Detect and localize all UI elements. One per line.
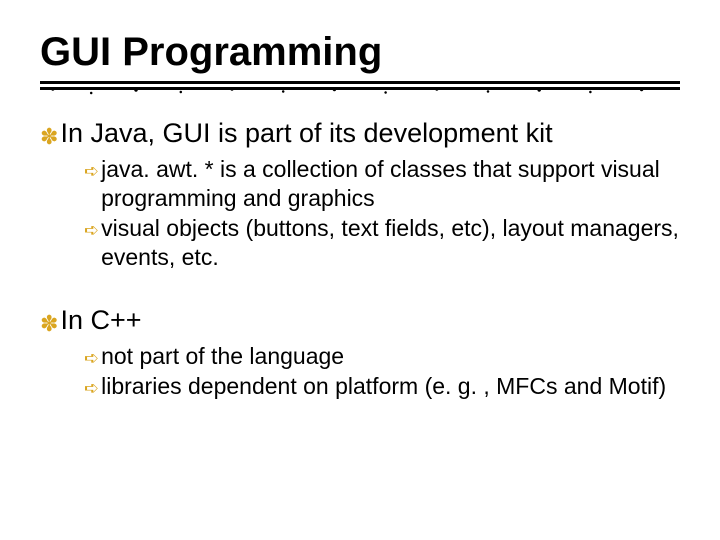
bullet-level2: ➪ visual objects (buttons, text fields, … xyxy=(84,214,680,272)
decorative-bullet-icon: ✽ xyxy=(40,310,58,338)
bullet-text: In Java, GUI is part of its development … xyxy=(60,117,680,151)
bullet-level1: ✽ In Java, GUI is part of its developmen… xyxy=(40,117,680,151)
bullet-level1: ✽ In C++ xyxy=(40,304,680,338)
bullet-text: not part of the language xyxy=(101,342,680,371)
bullet-text: libraries dependent on platform (e. g. ,… xyxy=(101,372,680,401)
bullet-level2: ➪ libraries dependent on platform (e. g.… xyxy=(84,372,680,401)
arrow-bullet-icon: ➪ xyxy=(84,347,99,370)
slide-title: GUI Programming xyxy=(40,30,680,75)
bullet-text: java. awt. * is a collection of classes … xyxy=(101,155,680,213)
arrow-bullet-icon: ➪ xyxy=(84,377,99,400)
bullet-level2: ➪ java. awt. * is a collection of classe… xyxy=(84,155,680,213)
slide: GUI Programming ✽ In Java, GUI is part o… xyxy=(0,0,720,540)
bullet-text: In C++ xyxy=(60,304,680,338)
title-underline xyxy=(40,81,680,95)
bullet-text: visual objects (buttons, text fields, et… xyxy=(101,214,680,272)
bullet-level2: ➪ not part of the language xyxy=(84,342,680,371)
arrow-bullet-icon: ➪ xyxy=(84,160,99,183)
decorative-bullet-icon: ✽ xyxy=(40,123,58,151)
arrow-bullet-icon: ➪ xyxy=(84,219,99,242)
